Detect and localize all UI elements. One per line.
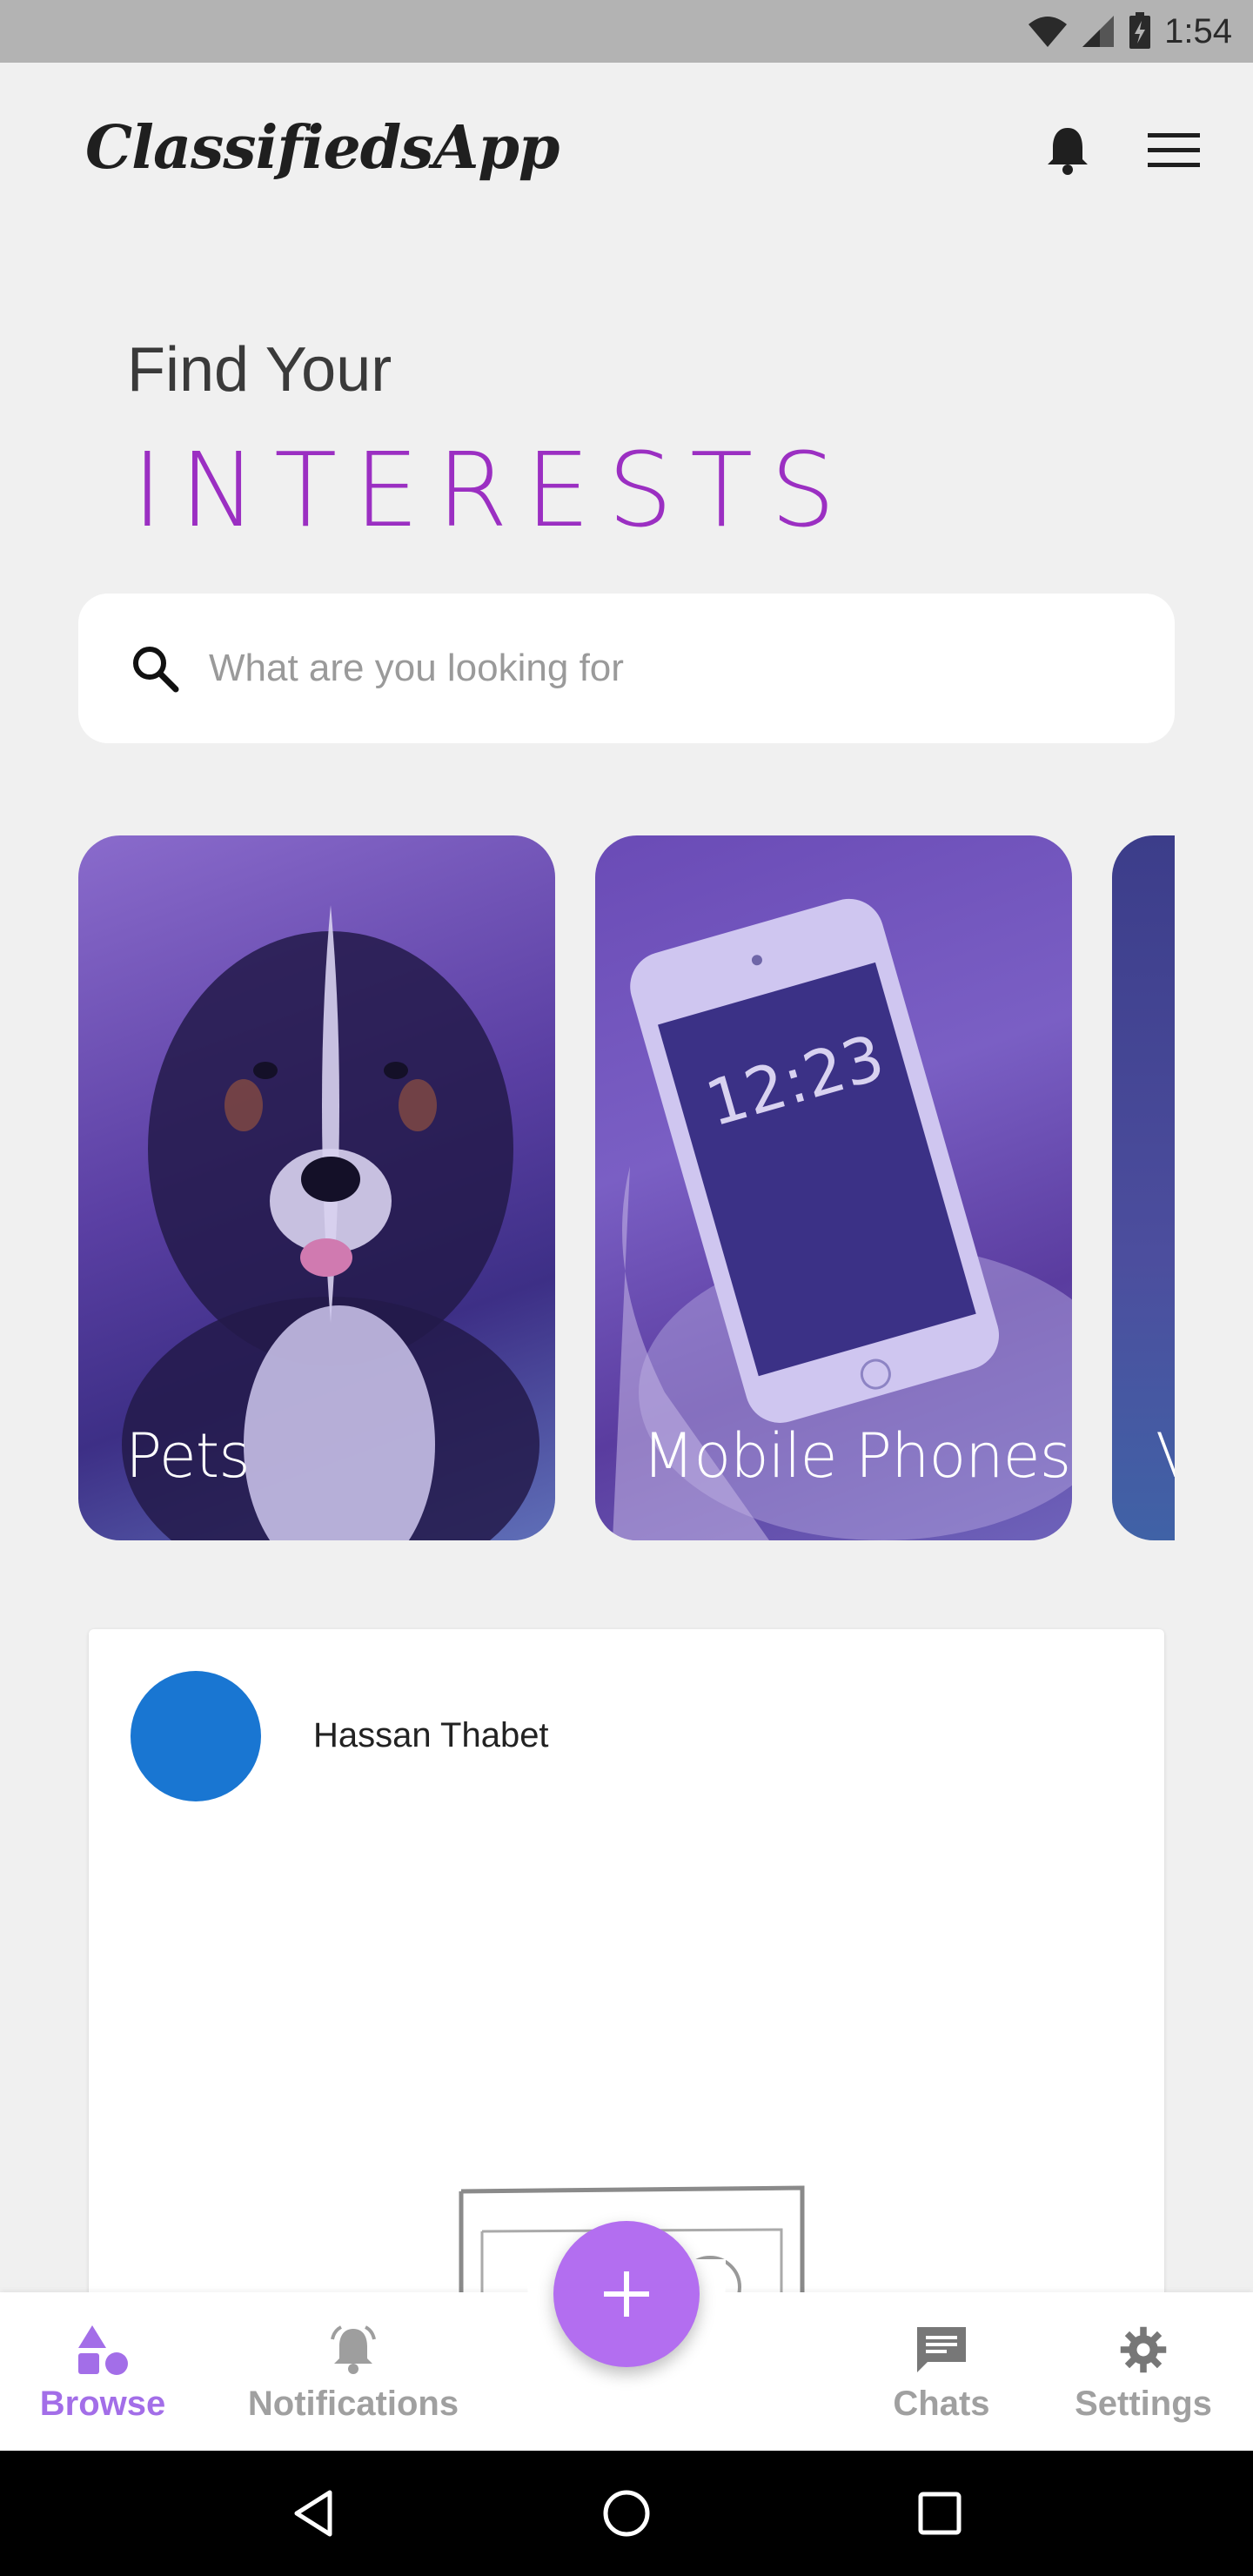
category-card-pets[interactable]: Pets — [78, 835, 555, 1540]
notifications-button[interactable] — [1039, 122, 1096, 179]
browse-icon — [78, 2325, 128, 2375]
hamburger-menu-icon — [1148, 133, 1200, 167]
signal-icon — [1082, 16, 1115, 47]
category-label: Pets — [125, 1420, 251, 1492]
nav-notifications[interactable]: Notifications — [240, 2324, 466, 2424]
chat-icon — [917, 2327, 966, 2372]
app-logo: ClassifiedsApp — [85, 113, 559, 183]
status-bar: 1:54 — [0, 0, 1253, 63]
hero-title: INTERESTS — [132, 430, 854, 550]
system-recents-button[interactable] — [909, 2483, 970, 2544]
hero-subtitle: Find Your — [127, 335, 392, 405]
nav-label: Notifications — [247, 2385, 459, 2423]
nav-label: Chats — [893, 2385, 990, 2423]
nav-chats[interactable]: Chats — [881, 2324, 1002, 2424]
nav-label: Browse — [39, 2385, 166, 2423]
category-card-partial[interactable]: V — [1112, 835, 1175, 1540]
category-card-mobile-phones[interactable]: 12:23 Mobile Phones — [595, 835, 1072, 1540]
search-bar[interactable] — [78, 594, 1175, 743]
nav-label: Settings — [1075, 2385, 1212, 2423]
nav-settings[interactable]: Settings — [1058, 2324, 1229, 2424]
system-navigation-bar — [0, 2451, 1253, 2576]
back-triangle-icon — [294, 2490, 332, 2537]
menu-button[interactable] — [1145, 122, 1203, 179]
category-label: Mobile Phones — [642, 1420, 1071, 1492]
system-home-button[interactable] — [596, 2483, 657, 2544]
recents-square-icon — [918, 2492, 962, 2535]
search-icon — [133, 647, 179, 693]
wifi-icon — [1029, 17, 1068, 47]
nav-browse[interactable]: Browse — [40, 2324, 165, 2424]
battery-icon — [1129, 12, 1151, 49]
bell-icon — [1048, 128, 1088, 175]
gear-icon — [1120, 2326, 1167, 2373]
status-time: 1:54 — [1164, 11, 1232, 50]
add-listing-button[interactable] — [553, 2221, 700, 2367]
category-label: V — [1156, 1420, 1175, 1492]
category-carousel[interactable]: Pets 12:23 Mobile Phones V — [78, 835, 1175, 1540]
home-circle-icon — [603, 2490, 650, 2537]
header-actions — [1039, 122, 1203, 179]
plus-icon — [604, 2271, 649, 2317]
bell-icon — [331, 2325, 376, 2374]
system-back-button[interactable] — [283, 2483, 344, 2544]
seller-name: Hassan Thabet — [313, 1716, 549, 1754]
seller-avatar[interactable] — [131, 1671, 261, 1801]
search-input[interactable] — [209, 647, 1079, 690]
